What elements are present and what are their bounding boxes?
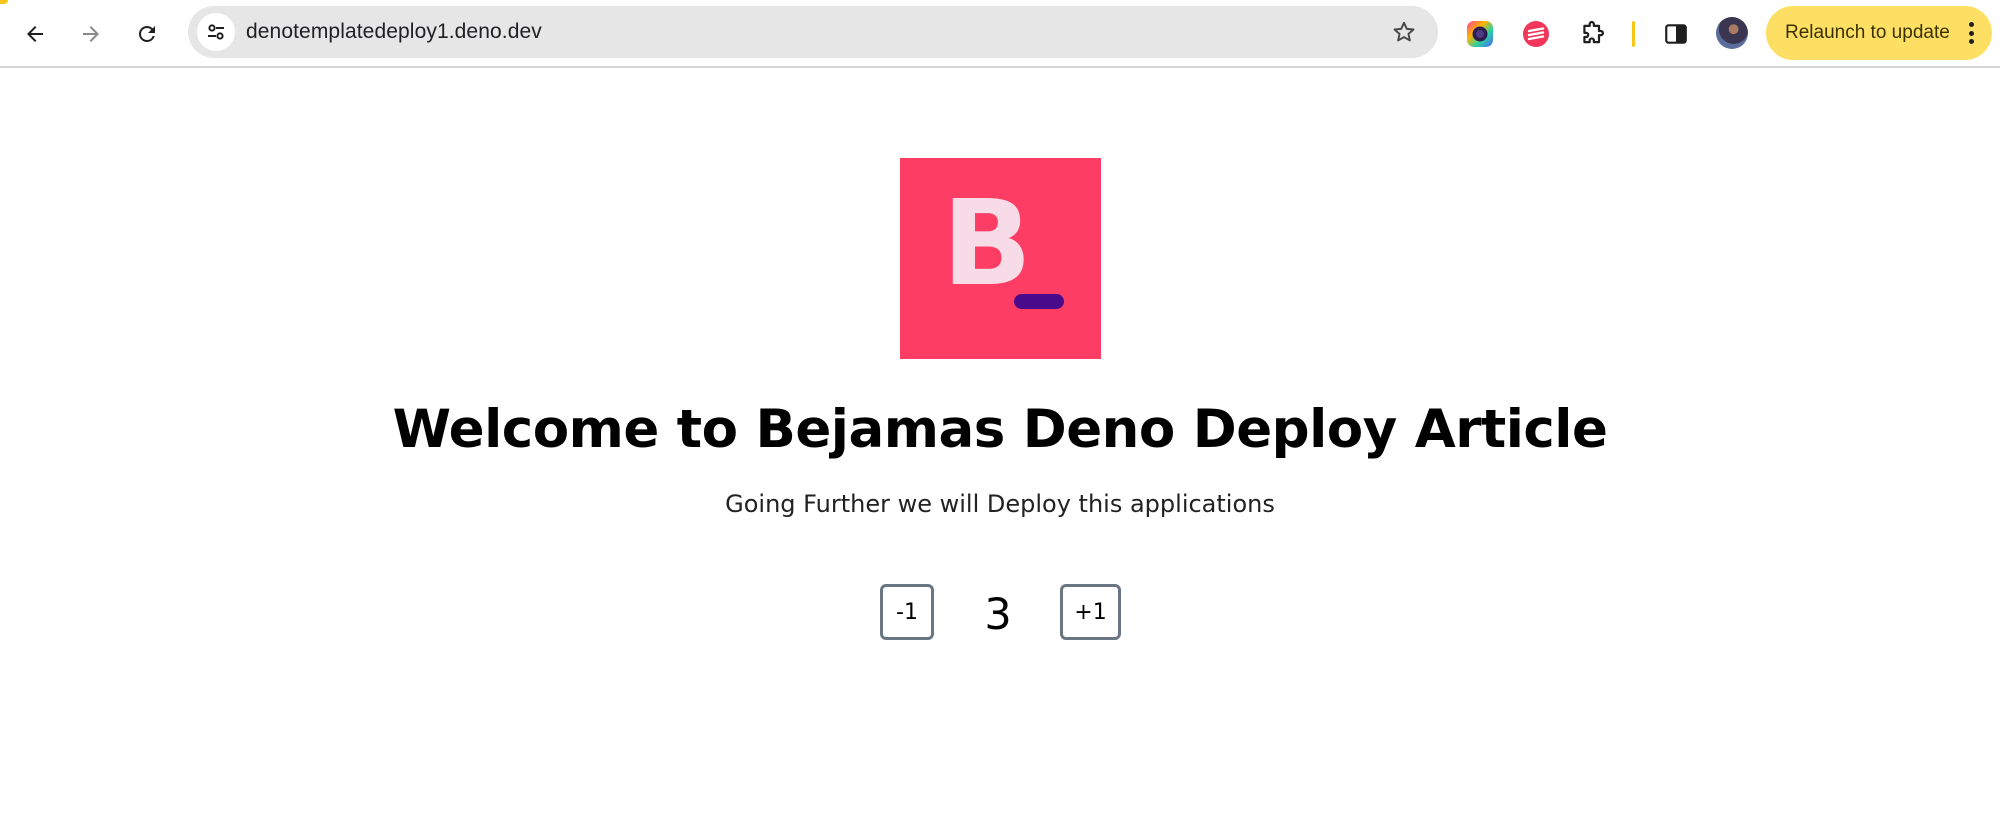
reload-icon <box>139 26 155 42</box>
red-stripes-extension-icon <box>1523 21 1549 47</box>
relaunch-label: Relaunch to update <box>1785 22 1950 43</box>
tune-icon <box>208 24 224 40</box>
kebab-menu-icon[interactable] <box>1966 20 1976 46</box>
back-button[interactable] <box>13 12 57 56</box>
url-text[interactable]: denotemplatedeploy1.deno.dev <box>246 6 542 58</box>
star-icon <box>1393 21 1415 42</box>
toolbar-separator <box>1632 21 1635 47</box>
page-title: Welcome to Bejamas Deno Deploy Article <box>392 399 1608 460</box>
color-circle-extension-icon <box>1467 21 1493 47</box>
side-panel-icon <box>1665 24 1687 44</box>
page-subtitle: Going Further we will Deploy this applic… <box>725 490 1275 518</box>
address-bar[interactable]: denotemplatedeploy1.deno.dev <box>188 6 1438 58</box>
relaunch-to-update-button[interactable]: Relaunch to update <box>1766 6 1992 60</box>
decrement-button[interactable]: -1 <box>880 584 934 640</box>
bejamas-logo: B <box>900 158 1101 359</box>
increment-button[interactable]: +1 <box>1060 584 1121 640</box>
logo-underscore-bar <box>1014 294 1064 309</box>
puzzle-icon <box>1583 20 1604 44</box>
extensions-menu-button[interactable] <box>1572 14 1612 54</box>
profile-avatar[interactable] <box>1716 17 1748 49</box>
color-circle-extension-button[interactable] <box>1460 14 1500 54</box>
reload-button[interactable] <box>125 12 169 56</box>
window-corner-accent <box>0 0 8 4</box>
red-stripes-extension-button[interactable] <box>1516 14 1556 54</box>
site-info-button[interactable] <box>197 13 235 51</box>
arrow-right-icon <box>83 26 99 42</box>
logo-letter: B <box>942 174 1032 312</box>
arrow-left-icon <box>27 26 43 42</box>
counter-value: 3 <box>984 590 1012 640</box>
browser-toolbar: denotemplatedeploy1.deno.dev Relaunch to… <box>0 0 2000 68</box>
forward-button[interactable] <box>69 12 113 56</box>
side-panel-button[interactable] <box>1656 14 1696 54</box>
bookmark-button[interactable] <box>1390 18 1418 46</box>
